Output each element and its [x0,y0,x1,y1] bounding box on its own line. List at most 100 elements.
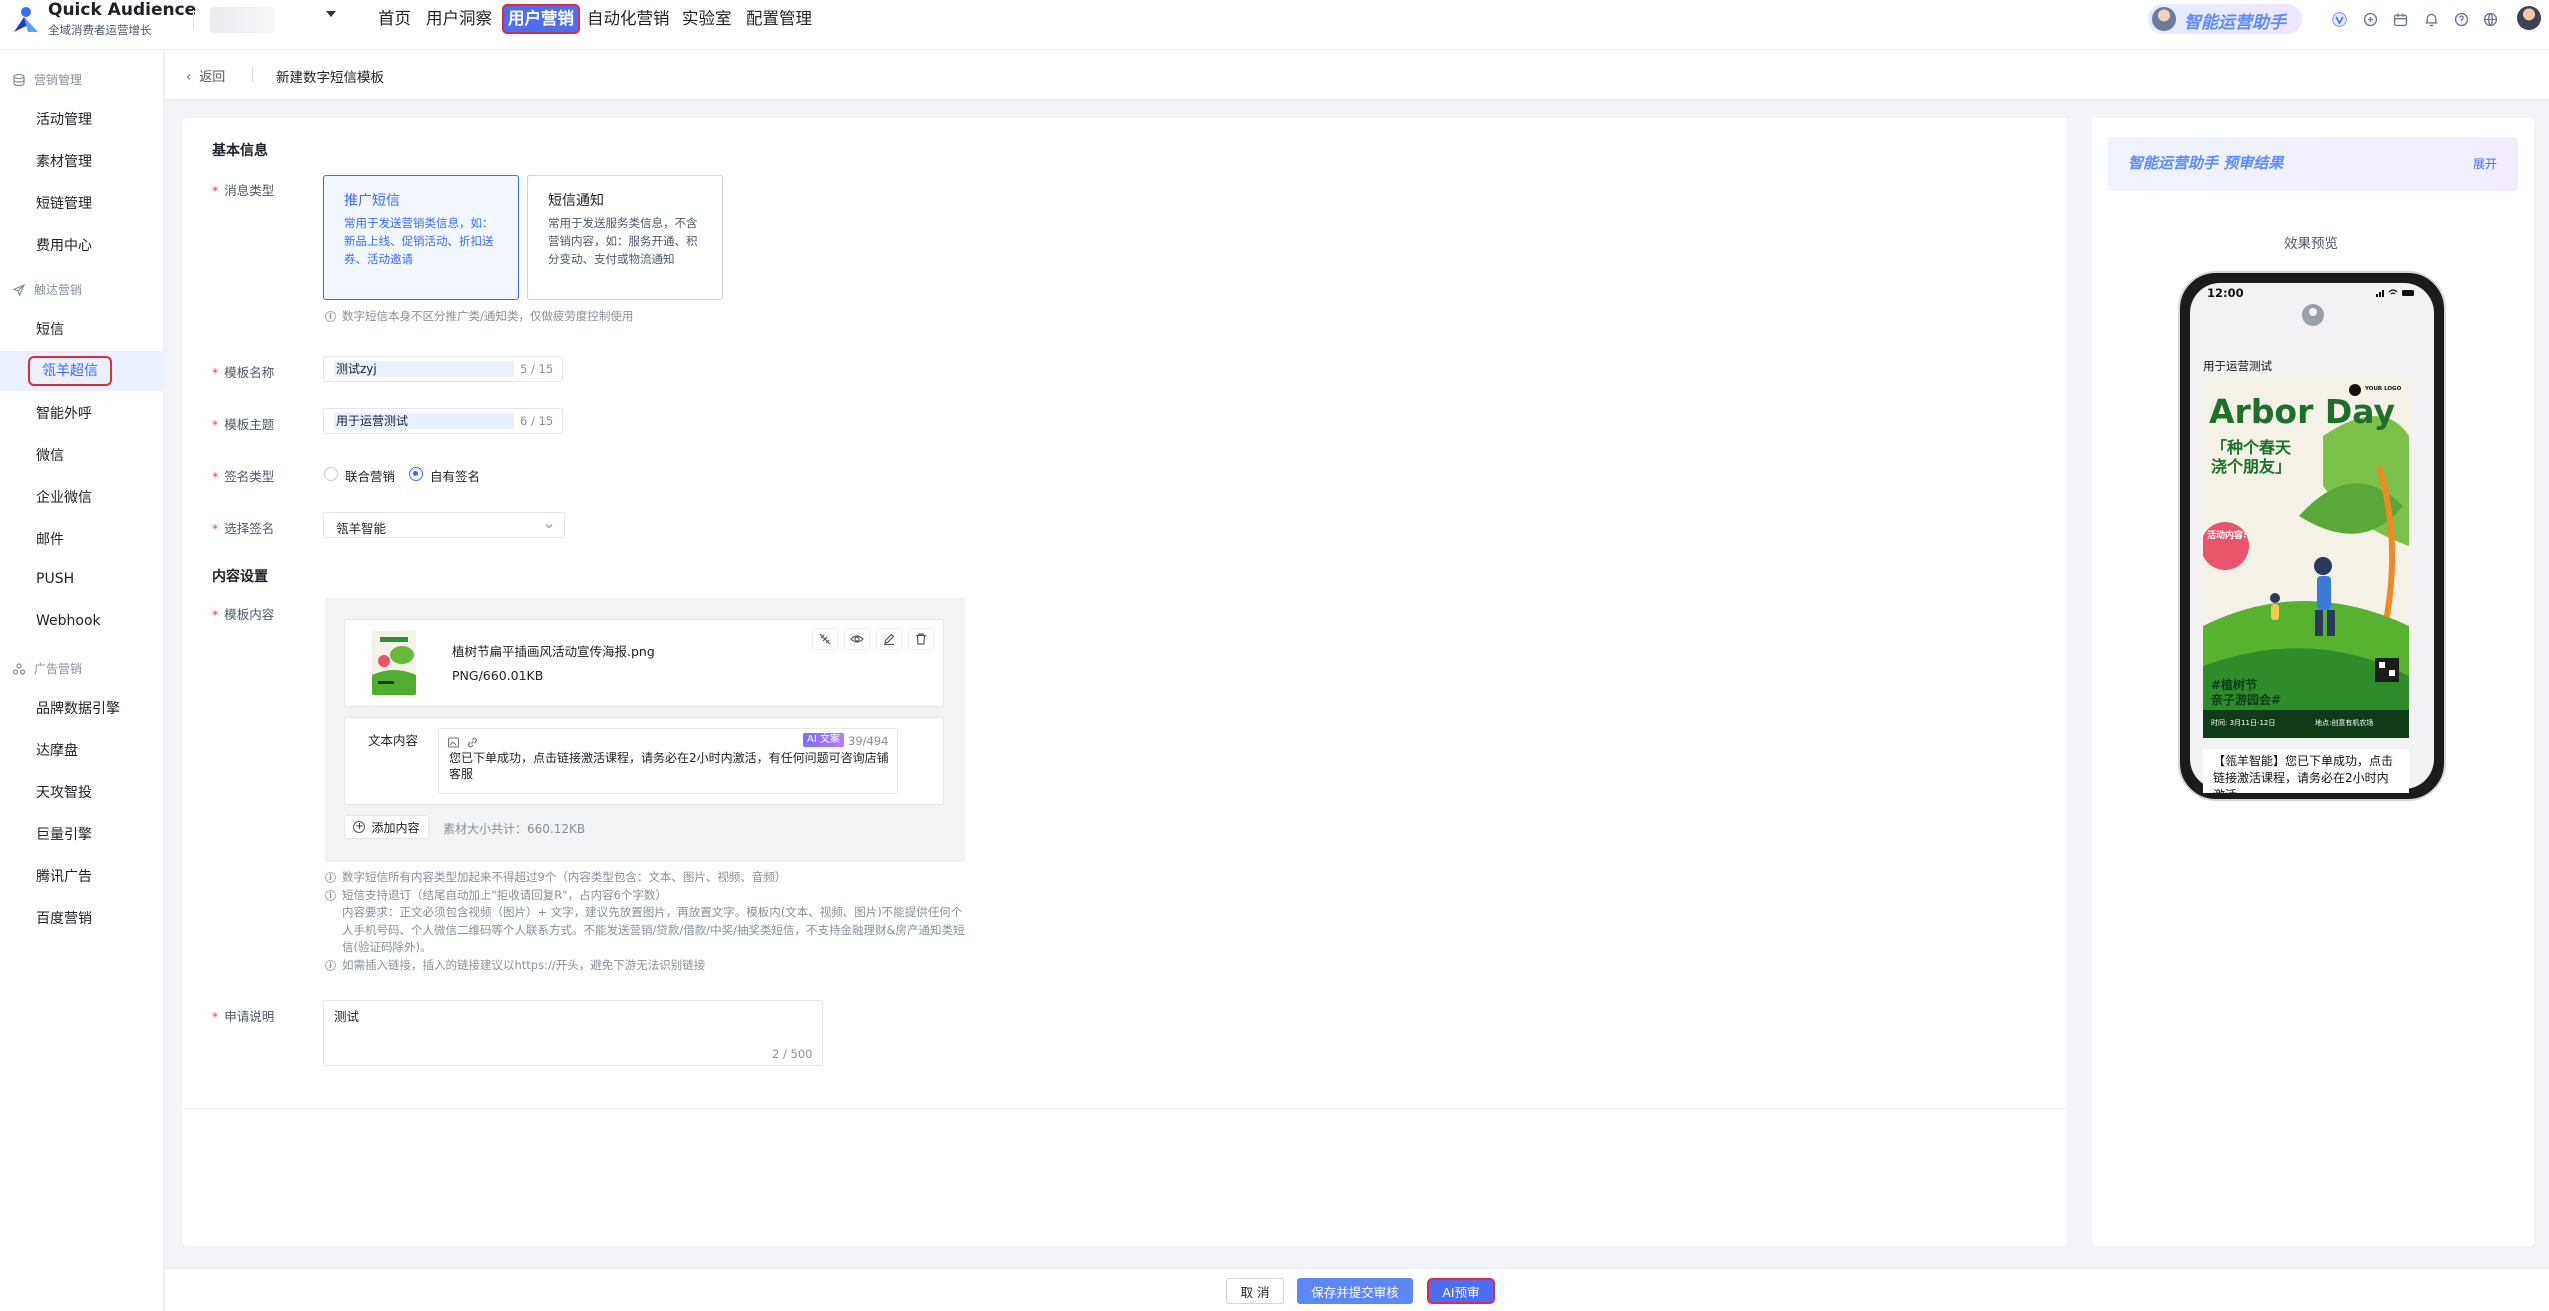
workspace-selector[interactable] [210,7,274,33]
sidebar-item-activity[interactable]: 活动管理 [36,109,92,129]
ai-copywriting-button[interactable]: AI 文案 [803,733,844,747]
template-name-label: * 模板名称 [212,365,275,380]
v-icon[interactable] [2329,9,2349,29]
database-icon [13,73,25,86]
remark-value: 测试 [334,1009,360,1024]
sidebar-item-sms[interactable]: 短信 [36,319,64,339]
info-icon: i [325,310,336,322]
template-subject-label: * 模板主题 [212,417,275,432]
msg-type-notice-card[interactable]: 短信通知 常用于发送服务类信息，不含营销内容，如：服务开通、积分变动、支付或物流… [527,175,723,300]
phone-subject: 用于运营测试 [2203,359,2272,373]
expand-link[interactable]: 展开 [2473,155,2497,172]
assistant-label[interactable]: 智能运营助手 [2184,8,2286,33]
sidebar-item-wechat[interactable]: 微信 [36,445,64,465]
nav-home[interactable]: 首页 [376,4,413,34]
poster-title: Arbor Day [2209,392,2396,431]
template-subject-count: 6 / 15 [520,414,554,428]
sidebar-item-cost[interactable]: 费用中心 [36,235,92,255]
ai-review-button[interactable]: AI预审 [1427,1278,1495,1304]
radio-own-signature[interactable] [409,467,423,481]
msg-type-label: * 消息类型 [212,183,275,198]
plus-circle-icon: + [353,821,366,833]
sidebar-item-baidu[interactable]: 百度营销 [36,908,92,928]
template-content-label: * 模板内容 [212,607,275,622]
msg-type-promo-card[interactable]: 推广短信 常用于发送营销类信息，如：新品上线、促销活动、折扣送券、活动邀请 [323,175,519,300]
sidebar-item-email[interactable]: 邮件 [36,529,64,549]
option-title: 推广短信 [344,193,400,209]
radio-joint-marketing-label[interactable]: 联合营销 [345,466,395,485]
breadcrumb [165,50,2549,100]
trash-icon[interactable] [908,628,934,650]
add-content-label: 添加内容 [371,820,420,835]
poster-thumbnail[interactable] [372,631,416,695]
sidebar-item-wecom[interactable]: 企业微信 [36,487,92,507]
text-content-value[interactable]: 您已下单成功，点击链接激活课程，请务必在2小时内激活，有任何问题可咨询店铺客服 [449,750,889,782]
sidebar-item-smart-call[interactable]: 智能外呼 [36,403,92,423]
cancel-button[interactable]: 取 消 [1226,1278,1284,1304]
help-circle-icon[interactable] [2360,9,2380,29]
nav-user-insight[interactable]: 用户洞察 [424,4,494,34]
sidebar-item-tencent-ads[interactable]: 腾讯广告 [36,866,92,886]
link-icon[interactable] [466,736,479,749]
poster-line-2: 浇个朋友」 [2211,457,2292,476]
sidebar-item-damopan[interactable]: 达摩盘 [36,740,78,760]
sidebar-section-ad-marketing: 广告营销 [12,660,82,677]
poster-preview: YOUR LOGO Arbor Day 「种个春天 浇个朋友」 活动内容: #植… [2203,376,2409,738]
user-avatar-icon[interactable] [2517,6,2541,30]
option-description: 常用于发送服务类信息，不含营销内容，如：服务开通、积分变动、支付或物流通知 [548,216,698,266]
asset-file-name: 植树节扁平插画风活动宣传海报.png [452,644,655,659]
radio-own-signature-label[interactable]: 自有签名 [430,466,480,485]
asset-file-size: PNG/660.01KB [452,668,544,683]
option-title: 短信通知 [548,193,604,209]
phone-message: 【瓴羊智能】您已下单成功，点击链接激活课程，请务必在2小时内激活 [2203,749,2409,793]
send-icon [12,283,26,297]
add-content-button[interactable]: + 添加内容 [344,815,429,839]
ad-icon [12,662,26,675]
question-icon[interactable] [2451,9,2471,29]
nav-lab[interactable]: 实验室 [680,4,734,34]
note-item: i 如需插入链接，插入的链接建议以https://开头，避免下游无法识别链接 [325,957,965,975]
save-submit-button[interactable]: 保存并提交审核 [1297,1278,1413,1304]
remark-char-count: 2 / 500 [772,1047,813,1061]
poster-time: 时间: 3月11日-12日 [2211,719,2276,727]
sidebar-item-shortlink[interactable]: 短链管理 [36,193,92,213]
poster-activity: 活动内容: [2207,531,2247,541]
bell-icon[interactable] [2421,9,2441,29]
info-icon: i [325,889,336,901]
total-asset-size: 素材大小共计：660.12KB [443,822,586,836]
image-insert-icon[interactable] [447,736,460,749]
sidebar-item-material[interactable]: 素材管理 [36,151,92,171]
globe-icon[interactable] [2480,9,2500,29]
select-signature-label: * 选择签名 [212,521,275,536]
text-char-count: 39/494 [848,734,889,748]
sender-avatar [2302,304,2324,326]
radio-joint-marketing[interactable] [324,467,338,481]
phone-time: 12:00 [2207,286,2244,300]
sidebar-item-push[interactable]: PUSH [36,571,74,587]
back-link[interactable]: ‹ 返回 [186,66,225,85]
eye-icon[interactable] [844,628,870,650]
sidebar-item-brand-data[interactable]: 品牌数据引擎 [36,698,120,718]
note-item: i 数字短信所有内容类型加起来不得超过9个（内容类型包含：文本、图片、视频、音频） [325,869,965,887]
note-item: 内容要求：正文必须包含视频（图片）+ 文字，建议先放置图片，再放置文字。模板内(… [342,905,965,954]
sidebar-section-reach-marketing: 触达营销 [12,281,82,298]
quick-audience-logo-icon[interactable] [10,6,42,34]
brand-name: Quick Audience [48,0,197,20]
nav-config[interactable]: 配置管理 [744,4,814,34]
assistant-avatar [2152,7,2176,31]
sidebar-item-tiangong[interactable]: 天攻智投 [36,782,92,802]
template-name-input[interactable]: 测试zyj 5 / 15 [323,356,563,382]
edit-icon[interactable] [876,628,902,650]
calendar-icon[interactable] [2390,9,2410,29]
nav-automation-marketing[interactable]: 自动化营销 [585,4,672,34]
signature-select[interactable]: 瓴羊智能 [323,512,565,538]
sidebar-item-ocean-engine[interactable]: 巨量引擎 [36,824,92,844]
template-subject-input[interactable]: 用于运营测试 6 / 15 [323,408,563,434]
nav-user-marketing[interactable]: 用户营销 [502,4,580,34]
sidebar-item-webhook[interactable]: Webhook [36,613,101,629]
chevron-down-icon[interactable] [326,11,336,17]
sidebar-item-super-sms[interactable]: 瓴羊超信 [28,356,112,386]
remark-textarea[interactable] [323,1000,823,1066]
basic-info-title: 基本信息 [212,143,268,159]
unlink-icon[interactable] [812,628,838,650]
